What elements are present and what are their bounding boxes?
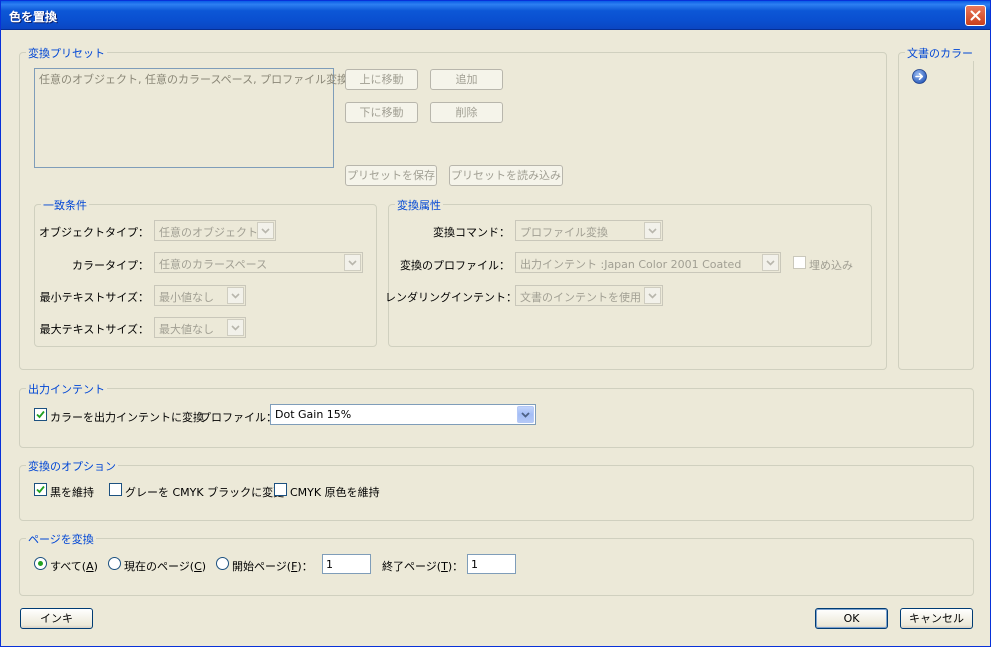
color-type-value: 任意のカラースペース — [159, 258, 268, 271]
chevron-down-icon — [227, 287, 244, 304]
radio-selected-dot — [38, 561, 43, 566]
start-page-input[interactable] — [322, 554, 371, 574]
embed-checkbox[interactable] — [793, 256, 806, 269]
load-preset-button[interactable]: プリセットを読み込み — [449, 165, 563, 186]
output-intent-profile-select[interactable]: Dot Gain 15% — [270, 404, 536, 425]
presets-legend: 変換プリセット — [26, 45, 107, 61]
convert-to-output-intent-label: カラーを出力インテントに変換 — [50, 411, 204, 424]
keep-cmyk-primary-checkbox[interactable] — [274, 483, 287, 496]
conversion-command-label: 変換コマンド： — [433, 226, 510, 239]
gray-to-cmyk-black-label: グレーを CMYK ブラックに変更 — [125, 486, 285, 499]
output-intent-profile-label: プロファイル： — [200, 411, 277, 424]
current-page-radio[interactable] — [108, 557, 121, 570]
page-range-legend: ページを変換 — [26, 531, 96, 547]
chevron-down-icon — [644, 222, 661, 239]
rendering-intent-select[interactable]: 文書のインテントを使用 — [515, 285, 663, 306]
conversion-profile-value: 出力インテント :Japan Color 2001 Coated — [520, 258, 742, 271]
title-bar[interactable]: 色を置換 — [1, 1, 990, 30]
conversion-attributes-legend: 変換属性 — [395, 197, 443, 213]
document-colors-legend: 文書のカラー — [905, 45, 975, 61]
ink-button[interactable]: インキ — [20, 608, 93, 629]
min-text-size-select[interactable]: 最小値なし — [154, 285, 246, 306]
current-page-label: 現在のページ(C) — [124, 560, 207, 573]
chevron-down-icon — [344, 254, 361, 271]
keep-black-checkbox[interactable] — [34, 483, 47, 496]
rendering-intent-value: 文書のインテントを使用 — [520, 291, 641, 304]
keep-cmyk-primary-label: CMYK 原色を維持 — [290, 486, 380, 499]
keep-black-label: 黒を維持 — [50, 486, 94, 499]
move-down-button[interactable]: 下に移動 — [345, 102, 418, 123]
end-page-input[interactable] — [467, 554, 516, 574]
conversion-profile-select[interactable]: 出力インテント :Japan Color 2001 Coated — [515, 252, 781, 273]
page-range-radio[interactable] — [216, 557, 229, 570]
add-button[interactable]: 追加 — [430, 69, 503, 90]
document-colors-expand-button[interactable] — [912, 69, 927, 84]
chevron-down-icon — [257, 222, 274, 239]
output-intent-legend: 出力インテント — [26, 381, 107, 397]
min-text-size-label: 最小テキストサイズ： — [39, 291, 149, 304]
arrow-right-circle-icon — [912, 69, 927, 84]
replace-color-dialog: 色を置換 変換プリセット 任意のオブジェクト, 任意のカラースペース, プロファ… — [0, 0, 991, 647]
close-button[interactable] — [965, 5, 986, 26]
checkmark-icon — [36, 485, 45, 494]
end-page-label: 終了ページ(T)： — [382, 560, 464, 573]
delete-button[interactable]: 削除 — [430, 102, 503, 123]
conversion-profile-label: 変換のプロファイル： — [400, 259, 510, 272]
all-pages-radio[interactable] — [34, 557, 47, 570]
dialog-title: 色を置換 — [9, 10, 58, 24]
chevron-down-icon — [227, 319, 244, 336]
color-type-label: カラータイプ： — [72, 259, 149, 272]
convert-to-output-intent-checkbox[interactable] — [34, 408, 47, 421]
presets-list[interactable]: 任意のオブジェクト, 任意のカラースペース, プロファイル変換 — [34, 68, 348, 168]
save-preset-button[interactable]: プリセットを保存 — [345, 165, 437, 186]
object-type-label: オブジェクトタイプ： — [39, 226, 149, 239]
match-conditions-legend: 一致条件 — [41, 197, 89, 213]
close-icon — [970, 10, 981, 21]
conversion-command-value: プロファイル変換 — [520, 226, 608, 239]
max-text-size-label: 最大テキストサイズ： — [39, 323, 149, 336]
chevron-down-icon — [644, 287, 661, 304]
output-intent-profile-value: Dot Gain 15% — [275, 408, 352, 421]
gray-to-cmyk-black-checkbox[interactable] — [109, 483, 122, 496]
max-text-size-select[interactable]: 最大値なし — [154, 317, 246, 338]
all-pages-label: すべて(A) — [50, 560, 98, 573]
rendering-intent-label: レンダリングインテント： — [385, 291, 517, 304]
move-up-button[interactable]: 上に移動 — [345, 69, 418, 90]
document-colors-group: 文書のカラー — [898, 45, 975, 370]
chevron-down-icon — [517, 406, 534, 423]
conversion-options-legend: 変換のオプション — [26, 458, 118, 474]
start-page-label: 開始ページ(F)： — [232, 560, 313, 573]
list-item[interactable]: 任意のオブジェクト, 任意のカラースペース, プロファイル変換 — [39, 71, 348, 87]
min-text-size-value: 最小値なし — [159, 291, 214, 304]
chevron-down-icon — [762, 254, 779, 271]
max-text-size-value: 最大値なし — [159, 323, 214, 336]
object-type-select[interactable]: 任意のオブジェクト — [154, 220, 276, 241]
cancel-button[interactable]: キャンセル — [900, 608, 973, 629]
conversion-command-select[interactable]: プロファイル変換 — [515, 220, 663, 241]
ok-button[interactable]: OK — [815, 608, 888, 629]
embed-label: 埋め込み — [809, 259, 853, 272]
checkmark-icon — [36, 410, 45, 419]
object-type-value: 任意のオブジェクト — [159, 226, 258, 239]
color-type-select[interactable]: 任意のカラースペース — [154, 252, 363, 273]
